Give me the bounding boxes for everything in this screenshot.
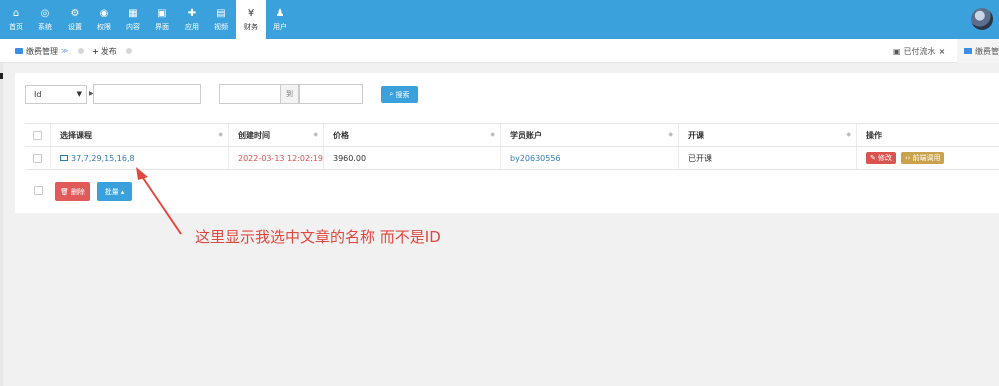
annotation-text: 这里显示我选中文章的名称 而不是ID: [195, 228, 441, 246]
annotation-arrow: [136, 167, 182, 235]
